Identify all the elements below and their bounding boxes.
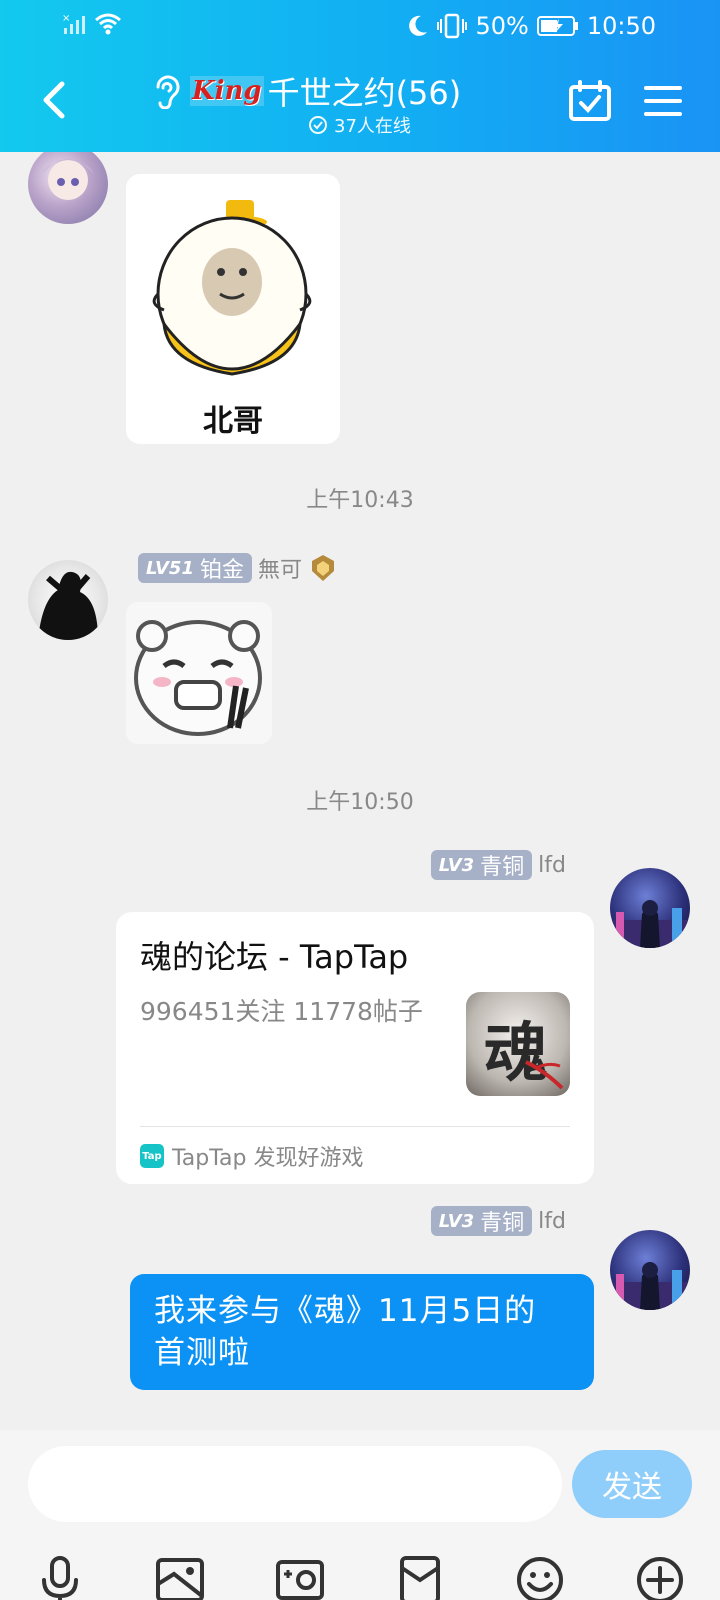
city-night-avatar-icon bbox=[610, 1262, 690, 1310]
battery-icon bbox=[536, 16, 578, 36]
vibrate-icon bbox=[437, 13, 468, 39]
rank-text: 青铜 bbox=[480, 855, 525, 880]
status-bar: × 50% 10:50 bbox=[0, 0, 720, 52]
wifi-icon bbox=[95, 13, 121, 35]
online-text: 37人在线 bbox=[334, 116, 411, 137]
chat-title[interactable]: King 千世之约(56) bbox=[150, 68, 570, 114]
rank-text: 青铜 bbox=[480, 1211, 525, 1236]
cartoon-sticker-icon bbox=[152, 200, 312, 376]
rank-emblem-icon bbox=[312, 555, 335, 581]
level-text: LV51 bbox=[146, 557, 194, 579]
chat-header: × 50% 10:50 King 千世之约(56) 37人在线 bbox=[0, 0, 720, 152]
plus-icon[interactable] bbox=[634, 1554, 686, 1600]
calendar-check-icon[interactable] bbox=[568, 80, 612, 122]
back-button[interactable] bbox=[36, 78, 76, 122]
sender-info: LV3 青铜 lfd bbox=[430, 850, 566, 880]
battery-percent: 50% bbox=[475, 12, 529, 40]
message-list[interactable]: 北哥 上午10:43 LV51 铂金 無可 上午10:50 LV3 青铜 lfd… bbox=[0, 152, 720, 1430]
share-title: 魂的论坛 - TapTap bbox=[140, 938, 409, 976]
timestamp: 上午10:50 bbox=[306, 790, 414, 815]
red-feather-icon bbox=[525, 1060, 564, 1090]
king-logo: King bbox=[190, 76, 264, 106]
silhouette-avatar-icon bbox=[38, 571, 98, 640]
svg-text:×: × bbox=[62, 13, 70, 24]
sender-nickname[interactable]: 無可 bbox=[258, 552, 302, 584]
menu-icon[interactable] bbox=[644, 84, 682, 118]
sender-info: LV51 铂金 無可 bbox=[138, 552, 338, 584]
sticker-message[interactable]: 北哥 bbox=[126, 174, 340, 444]
sticker-caption: 北哥 bbox=[203, 404, 263, 439]
laughing-face-sticker-icon bbox=[134, 620, 262, 736]
image-icon[interactable] bbox=[154, 1554, 206, 1600]
avatar[interactable] bbox=[28, 560, 108, 640]
red-packet-icon[interactable] bbox=[394, 1554, 446, 1600]
share-source: Tap TapTap 发现好游戏 bbox=[140, 1140, 363, 1172]
text-message-bubble[interactable]: 我来参与《魂》11月5日的 首测啦 bbox=[130, 1274, 594, 1390]
message-line: 我来参与《魂》11月5日的 bbox=[154, 1293, 537, 1329]
online-check-icon bbox=[309, 116, 327, 134]
share-stats: 996451关注 11778帖子 bbox=[140, 997, 423, 1026]
level-badge: LV51 铂金 bbox=[138, 553, 252, 583]
rank-text: 铂金 bbox=[199, 558, 244, 583]
input-bar: 发送 bbox=[0, 1430, 720, 1600]
camera-icon[interactable] bbox=[274, 1554, 326, 1600]
mic-icon[interactable] bbox=[34, 1554, 86, 1600]
sender-nickname[interactable]: lfd bbox=[538, 1209, 566, 1234]
ear-icon bbox=[156, 75, 180, 109]
message-line: 首测啦 bbox=[154, 1335, 250, 1371]
own-avatar[interactable] bbox=[610, 1230, 690, 1310]
clock: 10:50 bbox=[586, 12, 656, 40]
level-badge: LV3 青铜 bbox=[430, 1206, 533, 1236]
avatar[interactable] bbox=[28, 152, 108, 224]
group-name: 千世之约(56) bbox=[267, 74, 462, 112]
game-thumbnail: 魂 bbox=[466, 992, 570, 1096]
shared-link-card[interactable]: 魂的论坛 - TapTap 996451关注 11778帖子 魂 Tap Tap… bbox=[116, 912, 594, 1184]
message-input[interactable] bbox=[28, 1446, 562, 1522]
level-text: LV3 bbox=[438, 1210, 475, 1232]
moon-icon bbox=[409, 15, 428, 36]
timestamp: 上午10:43 bbox=[306, 488, 414, 513]
sender-info: LV3 青铜 lfd bbox=[430, 1206, 566, 1236]
anime-girl-avatar-icon bbox=[42, 159, 94, 200]
city-night-avatar-icon bbox=[610, 900, 690, 948]
signal-icon: × bbox=[62, 13, 85, 34]
online-count: 37人在线 bbox=[308, 112, 411, 138]
divider bbox=[140, 1126, 570, 1127]
taptap-logo-icon: Tap bbox=[140, 1144, 164, 1168]
level-badge: LV3 青铜 bbox=[430, 850, 533, 880]
own-avatar[interactable] bbox=[610, 868, 690, 948]
sticker-message[interactable] bbox=[126, 602, 272, 744]
sender-nickname[interactable]: lfd bbox=[538, 853, 566, 878]
send-button[interactable]: 发送 bbox=[572, 1450, 692, 1518]
level-text: LV3 bbox=[438, 854, 475, 876]
source-text: TapTap 发现好游戏 bbox=[172, 1146, 364, 1171]
emoji-icon[interactable] bbox=[514, 1554, 566, 1600]
